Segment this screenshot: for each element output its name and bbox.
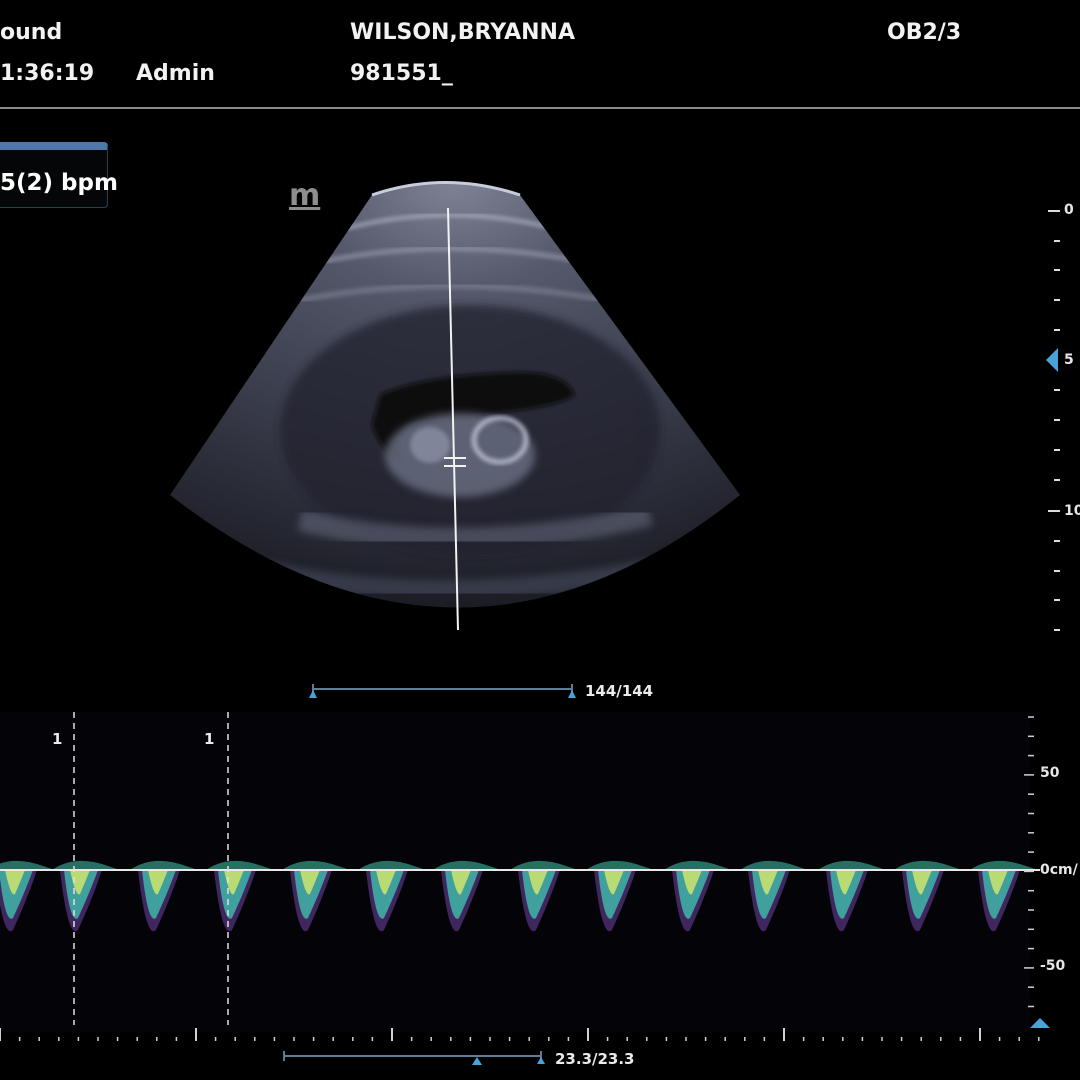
frame-start-marker-icon[interactable] xyxy=(309,690,317,698)
depth-label-0: 0 xyxy=(1064,202,1074,218)
depth-label-10: 10 xyxy=(1064,503,1080,519)
doppler-spectrum[interactable] xyxy=(0,712,1040,1032)
depth-label-5: 5 xyxy=(1064,352,1074,368)
depth-scale xyxy=(1046,210,1060,631)
baseline-shift-marker-icon[interactable] xyxy=(1030,1018,1050,1028)
velocity-label-0: 0cm/ xyxy=(1040,862,1078,878)
caliper-marker-2[interactable]: 1 xyxy=(204,730,214,748)
velocity-label-minus50: -50 xyxy=(1040,958,1066,974)
sweep-end-marker-icon[interactable] xyxy=(537,1057,545,1064)
sweep-scrollbar[interactable] xyxy=(283,1051,545,1065)
sweep-position-marker-icon[interactable] xyxy=(472,1057,482,1065)
manufacturer-logo: m xyxy=(289,178,321,213)
frame-scrollbar[interactable] xyxy=(309,684,576,698)
frame-counter: 144/144 xyxy=(585,682,654,700)
focus-marker-icon[interactable] xyxy=(1046,348,1058,372)
caliper-marker-1[interactable]: 1 xyxy=(52,730,62,748)
sweep-counter: 23.3/23.3 xyxy=(555,1050,635,1068)
velocity-label-50: 50 xyxy=(1040,765,1060,781)
ultrasound-canvas xyxy=(0,181,1060,1065)
frame-end-marker-icon[interactable] xyxy=(568,690,576,698)
